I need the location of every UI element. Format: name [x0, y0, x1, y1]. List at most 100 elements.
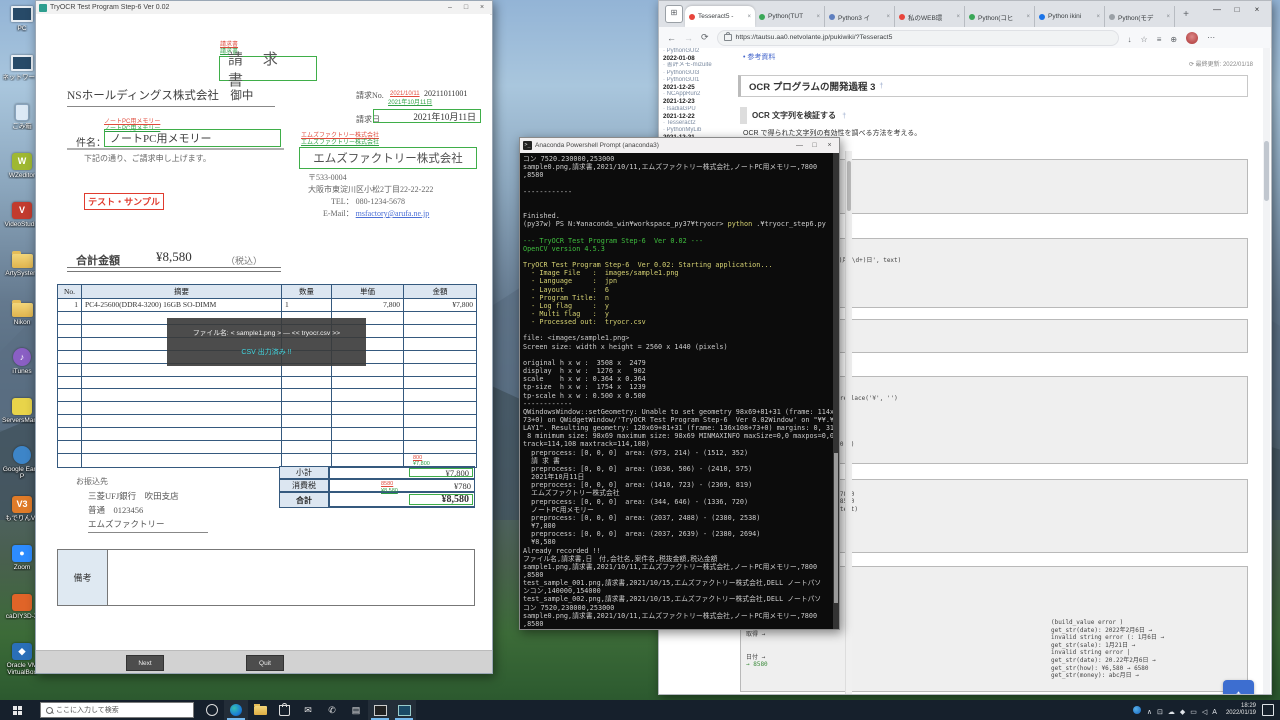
- taskbar-search-input[interactable]: ここに入力して検索: [40, 702, 194, 718]
- tray-icon[interactable]: ◆: [1180, 709, 1185, 716]
- folder-icon: [12, 303, 33, 317]
- taskbar-icon-edge[interactable]: [224, 700, 248, 720]
- tab-search-icon[interactable]: ⊞: [665, 5, 683, 23]
- refresh-icon[interactable]: ⟳: [701, 32, 709, 43]
- tab-close-icon[interactable]: ×: [956, 14, 960, 20]
- invoice-no-label: 請求No.: [356, 90, 384, 101]
- minimize-icon[interactable]: –: [442, 1, 458, 14]
- table-cell: [404, 351, 476, 364]
- taskbar-app-icons: ✉✆▤: [200, 700, 416, 720]
- square-icon: [10, 396, 34, 416]
- table-cell: [404, 428, 476, 441]
- sidebar-link[interactable]: · Tesseract2: [663, 120, 739, 127]
- toolbar-icon[interactable]: ⊕: [1170, 35, 1177, 44]
- email-link[interactable]: msfactory@arufa.ne.jp: [356, 209, 430, 218]
- new-tab-icon[interactable]: +: [1179, 8, 1193, 22]
- anchor-icon[interactable]: †: [842, 113, 846, 120]
- terminal-scrollbar[interactable]: [833, 153, 839, 629]
- forward-icon[interactable]: →: [684, 33, 693, 43]
- edge-tray-icon[interactable]: [1133, 706, 1141, 714]
- ocr-annotation-green-vendor: エムズファクトリー株式会社: [301, 140, 379, 147]
- page-scrollbar[interactable]: [1263, 48, 1270, 694]
- browser-tab-Tesseract5 -[interactable]: Tesseract5 -×: [685, 6, 755, 27]
- tray-icon[interactable]: A: [1212, 709, 1217, 716]
- invoice-titlebar[interactable]: TryOCR Test Program Step-6 Ver 0.02 – □ …: [36, 1, 492, 15]
- sidebar-link[interactable]: · NCAppRun2: [663, 91, 739, 98]
- menu-icon[interactable]: ⋯: [1207, 33, 1215, 42]
- tab-favicon: [899, 14, 905, 20]
- cube-icon: ◆: [12, 643, 32, 660]
- taskbar-icon-bag[interactable]: [272, 700, 296, 720]
- next-button[interactable]: Next: [126, 655, 164, 671]
- terminal-line: ------------: [523, 400, 831, 408]
- wiki-sidebar-menu: · PythonGUI22022-01-08· 書評メモ-mizuite· Py…: [663, 48, 739, 142]
- sidebar-link[interactable]: · PythonMyLib: [663, 127, 739, 134]
- browser-tab-Python3 イ[interactable]: Python3 イ×: [825, 6, 895, 27]
- terminal-line: tp-scale h x w : 0.500 x 0.500: [523, 392, 831, 400]
- browser-tab-Python(モデ[interactable]: Python(モデ×: [1105, 6, 1175, 27]
- minimize-icon[interactable]: —: [792, 138, 807, 153]
- tray-icon[interactable]: ◁: [1202, 709, 1207, 716]
- browser-tab-Python ikini[interactable]: Python ikini×: [1035, 6, 1105, 27]
- toolbar-icon[interactable]: ≡: [1157, 35, 1162, 44]
- reference-link[interactable]: • 参考資料: [743, 52, 775, 62]
- email-label: E-Mail：: [323, 209, 354, 218]
- address-bar[interactable]: https://tautsu.aa0.netvolante.jp/pukiwik…: [717, 30, 1119, 46]
- toolbar-icon[interactable]: ↓: [1128, 35, 1132, 44]
- scroll-to-top-button[interactable]: ↑: [1223, 680, 1254, 694]
- back-icon[interactable]: ←: [667, 33, 676, 43]
- profile-avatar[interactable]: [1186, 32, 1198, 44]
- browser-tab-Python(コヒ[interactable]: Python(コヒ×: [965, 6, 1035, 27]
- sidebar-link[interactable]: · IsadiaGPU: [663, 106, 739, 113]
- taskbar-icon-glyph[interactable]: ✆: [320, 700, 344, 720]
- terminal-output[interactable]: コン 7520.230000,253000sample0.png,請求書,202…: [520, 153, 839, 629]
- sidebar-link[interactable]: · PythonGUI1: [663, 77, 739, 84]
- browser-tab-Python(TUT[interactable]: Python(TUT×: [755, 6, 825, 27]
- maximize-icon[interactable]: □: [1227, 3, 1247, 17]
- tab-close-icon[interactable]: ×: [1026, 14, 1030, 20]
- anchor-icon[interactable]: †: [879, 83, 883, 90]
- taskbar-clock[interactable]: 18:29 2022/01/19: [1226, 703, 1256, 717]
- sidebar-scrollbar[interactable]: [845, 151, 852, 694]
- tray-icon[interactable]: ∧: [1147, 709, 1152, 716]
- tab-close-icon[interactable]: ×: [886, 14, 890, 20]
- notification-center-icon[interactable]: [1262, 704, 1274, 716]
- close-icon[interactable]: ×: [474, 1, 490, 14]
- sidebar-link[interactable]: · 書評メモ-mizuite: [663, 62, 739, 69]
- start-button[interactable]: [0, 700, 34, 720]
- tab-close-icon[interactable]: ×: [1096, 14, 1100, 20]
- sidebar-link[interactable]: · PythonGUI2: [663, 48, 739, 55]
- taskbar-icon-glyph[interactable]: ▤: [344, 700, 368, 720]
- table-cell: [332, 402, 404, 415]
- terminal-line: - Log flag : y: [523, 302, 831, 310]
- taskbar-icon-winblue[interactable]: [392, 700, 416, 720]
- tab-close-icon[interactable]: ×: [747, 14, 751, 20]
- terminal-titlebar[interactable]: >_ Anaconda Powershell Prompt (anaconda3…: [520, 138, 839, 154]
- terminal-line: ¥7,800: [523, 522, 831, 530]
- sidebar-link[interactable]: · PythonGUI3: [663, 70, 739, 77]
- toolbar-icon[interactable]: ☆: [1141, 35, 1148, 44]
- quit-button[interactable]: Quit: [246, 655, 284, 671]
- close-icon[interactable]: ×: [822, 138, 837, 153]
- taskbar-icon-folder[interactable]: [248, 700, 272, 720]
- close-icon[interactable]: ×: [1247, 3, 1267, 17]
- square-icon: V3: [10, 494, 34, 514]
- tray-icon[interactable]: ☁: [1168, 709, 1175, 716]
- terminal-line: [523, 253, 831, 261]
- maximize-icon[interactable]: □: [807, 138, 822, 153]
- taskbar-icon-glyph[interactable]: ✉: [296, 700, 320, 720]
- vendor-name: エムズファクトリー株式会社: [299, 147, 477, 169]
- maximize-icon[interactable]: □: [458, 1, 474, 14]
- tray-icon[interactable]: ⊡: [1157, 709, 1163, 716]
- minimize-icon[interactable]: —: [1207, 3, 1227, 17]
- square-icon: [10, 592, 34, 612]
- browser-tab-私のWEB環[interactable]: 私のWEB環×: [895, 6, 965, 27]
- tray-icon[interactable]: ▭: [1190, 709, 1197, 716]
- tab-close-icon[interactable]: ×: [816, 14, 820, 20]
- taskbar-icon-ring[interactable]: [200, 700, 224, 720]
- taskbar-icon-win[interactable]: [368, 700, 392, 720]
- table-cell: [404, 364, 476, 377]
- terminal-line: preprocess: [0, 0, 0] area: (973, 214) -…: [523, 449, 831, 457]
- tab-close-icon[interactable]: ×: [1166, 14, 1170, 20]
- search-icon: [46, 707, 53, 714]
